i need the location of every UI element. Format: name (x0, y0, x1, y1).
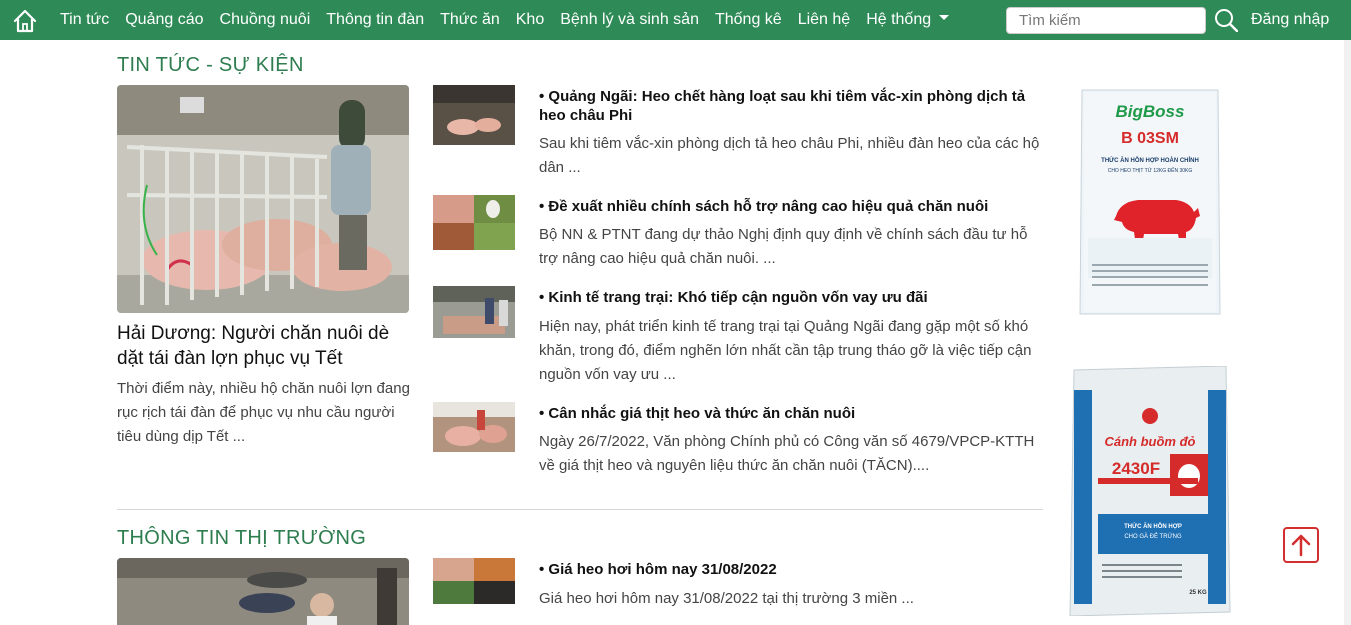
news-item-4-desc: Ngày 26/7/2022, Văn phòng Chính phủ có C… (539, 433, 1035, 474)
featured-news-image[interactable] (117, 85, 409, 313)
main-menu: Tin tức Quảng cáo Chuồng nuôi Thông tin … (60, 0, 965, 40)
search-input[interactable] (1006, 7, 1206, 34)
market-featured-image[interactable] (117, 558, 409, 625)
news-item-4-title[interactable]: • Cân nhắc giá thịt heo và thức ăn chăn … (539, 404, 1049, 423)
ad1-brand: BigBoss (1116, 102, 1185, 121)
ad-bigboss-feed-bag[interactable]: BigBoss B 03SM THỨC ĂN HỖN HỢP HOÀN CHỈN… (1078, 88, 1222, 316)
news-item-3-thumbnail[interactable] (433, 286, 515, 338)
ad2-code: 2430F (1112, 459, 1160, 478)
caret-down-icon (939, 15, 950, 21)
ad2-line1: THỨC ĂN HỖN HỢP (1124, 523, 1182, 530)
nav-lien-he[interactable]: Liên hệ (798, 11, 851, 29)
news-item-1-desc: Sau khi tiêm vắc-xin phòng dịch tả heo c… (539, 135, 1040, 176)
login-link[interactable]: Đăng nhập (1251, 11, 1329, 29)
news-section-heading: TIN TỨC - SỰ KIỆN (117, 54, 304, 76)
search-icon[interactable] (1214, 8, 1238, 32)
market-item-1-desc: Giá heo hơi hôm nay 31/08/2022 tại thị t… (539, 590, 914, 607)
nav-quang-cao[interactable]: Quảng cáo (125, 11, 203, 29)
news-item-2-title[interactable]: • Đề xuất nhiều chính sách hỗ trợ nâng c… (539, 197, 1049, 216)
market-item-1-title[interactable]: • Giá heo hơi hôm nay 31/08/2022 (539, 560, 1049, 579)
nav-benh-ly[interactable]: Bệnh lý và sinh sản (560, 11, 699, 29)
news-item-1-thumbnail[interactable] (433, 85, 515, 145)
news-item-2-desc: Bộ NN & PTNT đang dự thảo Nghị định quy … (539, 226, 1028, 267)
market-item-1-thumbnail[interactable] (433, 558, 515, 604)
nav-thong-ke[interactable]: Thống kê (715, 11, 782, 29)
nav-thong-tin-dan[interactable]: Thông tin đàn (326, 11, 424, 29)
ad-canh-buom-do-feed-bag[interactable]: Cánh buồm đỏ 2430F THỨC ĂN HỖN HỢP CHO G… (1068, 365, 1232, 617)
nav-thuc-an[interactable]: Thức ăn (440, 11, 500, 29)
ad2-brand: Cánh buồm đỏ (1105, 434, 1196, 449)
home-icon[interactable] (12, 8, 38, 34)
nav-he-thong-label: Hệ thống (866, 11, 932, 28)
nav-chuong-nuoi[interactable]: Chuồng nuôi (220, 11, 311, 29)
ad2-line2: CHO GÀ ĐẺ TRỨNG (1124, 533, 1182, 540)
nav-tin-tuc[interactable]: Tin tức (60, 11, 109, 29)
nav-he-thong-dropdown[interactable]: Hệ thống (866, 11, 950, 29)
news-item-1-title[interactable]: • Quảng Ngãi: Heo chết hàng loạt sau khi… (539, 87, 1049, 125)
ad1-code: B 03SM (1121, 130, 1179, 147)
news-item-3-desc: Hiện nay, phát triển kinh tế trang trại … (539, 318, 1032, 383)
ad1-line1: THỨC ĂN HỖN HỢP HOÀN CHỈNH (1101, 157, 1199, 164)
arrow-up-icon (1291, 534, 1311, 557)
ad1-line2: CHO HEO THỊT TỪ 12KG ĐẾN 30KG (1108, 167, 1193, 174)
page-scrollbar[interactable] (1344, 40, 1351, 625)
back-to-top-button[interactable] (1283, 527, 1319, 563)
featured-news-desc: Thời điểm này, nhiều hộ chăn nuôi lợn đa… (117, 380, 410, 445)
news-item-2-thumbnail[interactable] (433, 195, 515, 250)
market-section-heading: THÔNG TIN THỊ TRƯỜNG (117, 527, 367, 549)
news-item-4-thumbnail[interactable] (433, 402, 515, 452)
top-navbar: Tin tức Quảng cáo Chuồng nuôi Thông tin … (0, 0, 1351, 40)
section-divider (117, 509, 1043, 510)
ad2-weight: 25 KG (1189, 590, 1207, 596)
nav-kho[interactable]: Kho (516, 11, 544, 29)
featured-news-title[interactable]: Hải Dương: Người chăn nuôi dè dặt tái đà… (117, 321, 413, 371)
news-item-3-title[interactable]: • Kinh tế trang trại: Khó tiếp cận nguồn… (539, 288, 1049, 307)
